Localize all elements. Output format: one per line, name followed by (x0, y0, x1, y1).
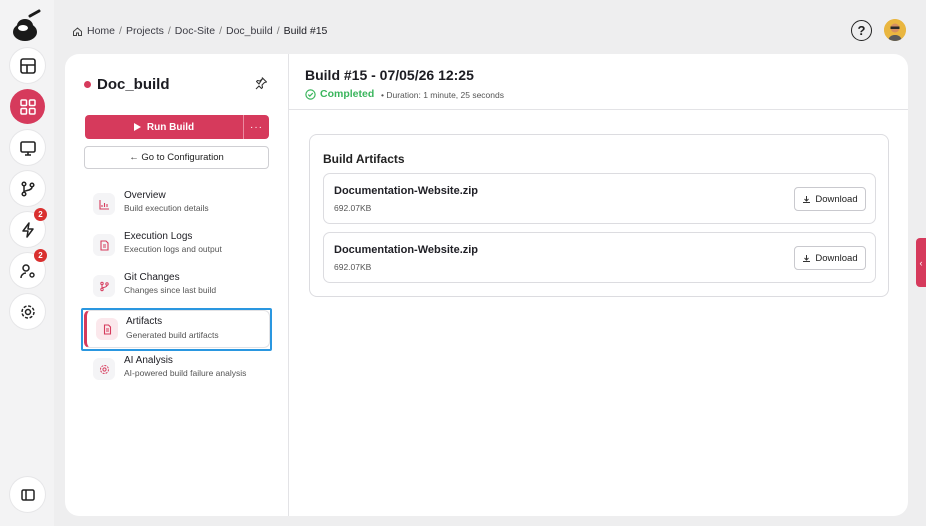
sidebar-toggle-icon[interactable] (10, 477, 45, 512)
more-options-button[interactable]: ··· (243, 115, 269, 139)
artifacts-panel: Build Artifacts Documentation-Website.zi… (309, 134, 889, 297)
check-circle-icon (305, 88, 316, 100)
gear-icon (93, 358, 115, 380)
nav-item-subtitle: Build execution details (124, 203, 209, 213)
nav-item-git-changes[interactable]: Git Changes Changes since last build (83, 269, 271, 305)
download-button[interactable]: Download (794, 246, 866, 270)
artifact-row: Documentation-Website.zip 692.07KB Downl… (323, 173, 876, 224)
breadcrumb-projects[interactable]: Projects (126, 25, 164, 37)
build-sidebar: Doc_build Run Build ··· ← Go to Configur… (65, 54, 289, 516)
dashboard-icon[interactable] (10, 48, 45, 83)
download-icon (803, 254, 811, 262)
build-content: Build #15 - 07/05/26 12:25 Completed • D… (289, 54, 908, 516)
breadcrumb-separator: / (276, 25, 280, 37)
build-duration: • Duration: 1 minute, 25 seconds (381, 90, 504, 100)
nav-item-subtitle: AI-powered build failure analysis (124, 368, 247, 378)
build-card: Doc_build Run Build ··· ← Go to Configur… (65, 54, 908, 516)
help-icon[interactable]: ? (851, 20, 872, 41)
build-title: Build #15 - 07/05/26 12:25 (305, 67, 474, 83)
run-build-label: Run Build (146, 121, 195, 133)
app-logo[interactable] (10, 8, 44, 44)
nav-item-ai-analysis[interactable]: AI Analysis AI-powered build failure ana… (83, 352, 271, 388)
status-dot (84, 81, 91, 88)
lightning-icon[interactable]: 2 (10, 208, 47, 247)
nav-item-label: Git Changes (124, 272, 180, 283)
nav-item-subtitle: Execution logs and output (124, 244, 222, 254)
nav-item-label: AI Analysis (124, 355, 173, 366)
breadcrumb-project[interactable]: Doc-Site (175, 25, 215, 37)
run-build-split-button: Run Build ··· (85, 115, 269, 139)
apps-grid-icon[interactable] (10, 89, 45, 124)
breadcrumb-separator: / (119, 25, 122, 37)
breadcrumb-home[interactable]: Home (87, 25, 115, 37)
go-to-configuration-button[interactable]: ← Go to Configuration (84, 146, 269, 169)
artifact-name: Documentation-Website.zip (334, 185, 479, 197)
play-icon (133, 123, 141, 131)
artifacts-heading: Build Artifacts (323, 152, 405, 166)
breadcrumb: Home / Projects / Doc-Site / Doc_build /… (72, 24, 327, 38)
git-branch-icon (93, 275, 115, 297)
monitor-icon[interactable] (10, 130, 45, 165)
git-branch-icon[interactable] (10, 171, 45, 206)
notification-badge: 2 (34, 208, 47, 221)
notification-badge: 2 (34, 249, 47, 262)
collapse-panel-tab[interactable]: ‹ (916, 238, 926, 287)
selection-highlight (81, 308, 272, 351)
left-rail: 2 2 (0, 0, 54, 526)
download-label: Download (815, 252, 858, 264)
breadcrumb-current: Build #15 (283, 25, 328, 37)
run-build-button[interactable]: Run Build (85, 115, 243, 139)
build-header: Build #15 - 07/05/26 12:25 Completed • D… (289, 54, 908, 110)
chart-icon (93, 193, 115, 215)
breadcrumb-separator: / (167, 25, 171, 37)
download-label: Download (815, 193, 858, 205)
nav-item-label: Overview (124, 190, 166, 201)
status-text: Completed (320, 88, 375, 100)
nav-item-overview[interactable]: Overview Build execution details (83, 187, 271, 223)
download-icon (803, 195, 811, 203)
gear-icon[interactable] (10, 294, 45, 329)
nav-item-label: Execution Logs (124, 231, 193, 242)
status-badge: Completed (305, 88, 374, 100)
artifact-size: 692.07KB (334, 203, 372, 213)
nav-item-subtitle: Changes since last build (124, 285, 217, 295)
pipeline-title: Doc_build (97, 76, 170, 93)
pin-icon[interactable] (254, 76, 268, 90)
breadcrumb-separator: / (219, 25, 222, 37)
download-button[interactable]: Download (794, 187, 866, 211)
breadcrumb-pipeline[interactable]: Doc_build (226, 25, 273, 37)
artifact-size: 692.07KB (334, 262, 372, 272)
avatar[interactable] (884, 19, 906, 41)
artifact-row: Documentation-Website.zip 692.07KB Downl… (323, 232, 876, 283)
home-icon[interactable] (72, 26, 83, 37)
user-settings-icon[interactable]: 2 (10, 249, 47, 288)
nav-item-execution-logs[interactable]: Execution Logs Execution logs and output (83, 228, 271, 264)
artifact-name: Documentation-Website.zip (334, 244, 479, 256)
document-icon (93, 234, 115, 256)
